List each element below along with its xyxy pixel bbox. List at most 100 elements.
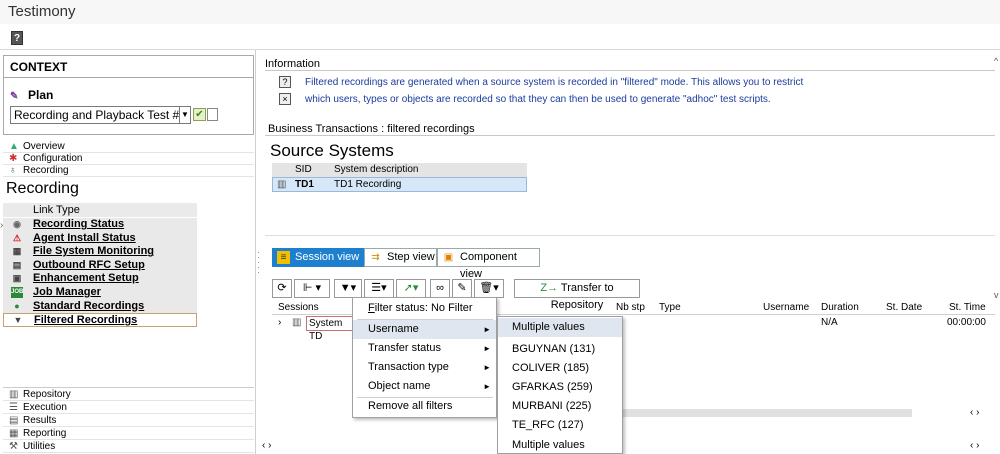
transfer-to-repository-button[interactable]: Z→ Transfer to Repository [514, 279, 640, 311]
results-icon: ▤ [9, 415, 19, 426]
tab-session-view[interactable]: ≡ Session view [272, 248, 364, 267]
column-header: Duration [821, 302, 859, 313]
tab-step-view[interactable]: ⇉ Step view [364, 248, 437, 267]
business-transactions-header: Business Transactions : filtered recordi… [268, 123, 475, 135]
main-toolbar: ? [0, 24, 1000, 50]
filter-status-item: Filter status: No Filter [368, 302, 473, 314]
left-panel: CONTEXT ✎ Plan Recording and Playback Tes… [0, 50, 256, 454]
menu-item-user[interactable]: MURBANI (225) [498, 397, 622, 416]
edit-icon[interactable]: ✎ [452, 279, 472, 298]
column-header: SID [295, 164, 312, 175]
help-icon[interactable]: ? [279, 76, 291, 88]
scroll-right-icon[interactable]: ‹ › [970, 440, 979, 451]
configuration-icon: ✱ [9, 153, 18, 164]
step-icon: ⇉ [371, 252, 380, 263]
export-button[interactable]: ➚▾ [396, 279, 426, 298]
confirm-button[interactable]: ✔ [193, 108, 206, 121]
column-header: Sessions [278, 302, 319, 313]
link-recording-status[interactable]: ◉ Recording Status [3, 218, 197, 232]
component-icon: ▣ [443, 252, 454, 263]
nav-item-recording[interactable]: ♁ Recording [3, 165, 254, 177]
scroll-left-icon[interactable]: ‹ › [262, 440, 271, 451]
menu-item-multiple-values[interactable]: Multiple values [498, 436, 622, 454]
link-job-manager[interactable]: JOB Job Manager [3, 285, 197, 300]
refresh-button[interactable]: ⟳ [272, 279, 292, 298]
menu-item-multiple-values[interactable]: Multiple values [498, 318, 622, 337]
overview-icon: ▲ [9, 141, 19, 152]
filter-button[interactable]: ▼▾ [334, 279, 362, 298]
tree-button[interactable]: ⊩ ▾ [294, 279, 330, 298]
nav-item-reporting[interactable]: ▦ Reporting [3, 427, 254, 440]
nav-item-repository[interactable]: ▥ Repository [3, 388, 254, 401]
menu-item-remove-all-filters[interactable]: Remove all filters [353, 397, 496, 416]
chevron-down-icon[interactable]: ▼ [180, 106, 191, 124]
menu-item-username[interactable]: Username ► [353, 320, 496, 339]
table-row[interactable]: ▥ TD1 TD1 Recording [272, 177, 527, 192]
menu-item-user[interactable]: COLIVER (185) [498, 359, 622, 378]
help-icon[interactable]: ? [11, 31, 23, 45]
column-header: Username [763, 302, 810, 313]
transfer-icon: Z→ [540, 282, 561, 294]
sid-cell: TD1 [295, 179, 314, 190]
row-icon: ▥ [292, 317, 302, 328]
column-header: Type [659, 302, 681, 313]
plan-select[interactable]: Recording and Playback Test #3 [10, 106, 180, 124]
recording-section-title: Recording [6, 180, 79, 197]
close-icon[interactable]: × [279, 93, 291, 105]
warning-icon: ⚠ [12, 232, 22, 243]
session-name[interactable]: System TD [306, 316, 354, 342]
row-icon: ▥ [277, 179, 287, 190]
nav-item-results[interactable]: ▤ Results [3, 414, 254, 427]
divider [265, 70, 995, 71]
reporting-icon: ▦ [9, 428, 19, 439]
nav-item-utilities[interactable]: ⚒ Utilities [3, 440, 254, 453]
source-systems-title: Source Systems [270, 141, 394, 160]
glasses-icon[interactable]: ∞ [430, 279, 450, 298]
utilities-icon: ⚒ [9, 441, 18, 452]
delete-button[interactable]: 🗑▾ [474, 279, 504, 298]
link-file-system-monitoring[interactable]: ▦ File System Monitoring [3, 245, 197, 259]
link-outbound-rfc-setup[interactable]: ▤ Outbound RFC Setup [3, 258, 197, 273]
username-submenu: Multiple values BGUYNAN (131) COLIVER (1… [497, 316, 623, 454]
info-line-2: which users, types or objects are record… [305, 94, 771, 105]
nav-bottom: ▥ Repository ☰ Execution ▤ Results ▦ Reporti… [3, 387, 254, 453]
menu-item-transfer-status[interactable]: Transfer status ► [353, 339, 496, 358]
menu-item-transaction-type[interactable]: Transaction type ► [353, 358, 496, 377]
bottom-scrollbar[interactable]: ‹ › ‹ › [262, 440, 1000, 454]
rfc-icon: ▤ [12, 259, 22, 270]
document-icon[interactable] [207, 108, 218, 121]
source-systems-area [265, 196, 995, 236]
divider [265, 135, 995, 136]
scroll-arrows[interactable]: ‹ › [970, 407, 979, 418]
source-systems-table: SID System description ▥ TD1 TD1 Recordi… [272, 163, 527, 192]
information-header: Information [265, 58, 321, 70]
nav-item-configuration[interactable]: ✱ Configuration [3, 153, 254, 165]
link-filtered-recordings[interactable]: ▼ Filtered Recordings [3, 313, 197, 327]
sort-button[interactable]: ☰▾ [364, 279, 394, 298]
link-standard-recordings[interactable]: ● Standard Recordings [3, 299, 197, 314]
link-agent-install-status[interactable]: ⚠ Agent Install Status [3, 231, 197, 246]
menu-item-object-name[interactable]: Object name ► [353, 377, 496, 396]
chevron-right-icon: ► [483, 344, 491, 353]
menu-item-user[interactable]: TE_RFC (127) [498, 416, 622, 435]
menu-item-user[interactable]: GFARKAS (259) [498, 378, 622, 397]
recording-links: ◉ Recording Status ⚠ Agent Install Status … [3, 218, 197, 327]
enhancement-icon: ▣ [12, 273, 22, 284]
filter-icon: ▼ [13, 315, 23, 326]
column-header: St. Date [886, 302, 923, 313]
vertical-scrollbar[interactable]: ^ v [994, 50, 1000, 454]
file-icon: ▦ [12, 246, 22, 257]
description-cell: TD1 Recording [334, 179, 402, 190]
context-box: CONTEXT ✎ Plan Recording and Playback Tes… [3, 55, 254, 135]
nav-item-execution[interactable]: ☰ Execution [3, 401, 254, 414]
plan-icon: ✎ [10, 91, 19, 102]
panel-splitter[interactable]: · · · · · [257, 50, 262, 454]
menu-item-user[interactable]: BGUYNAN (131) [498, 340, 622, 359]
expand-icon[interactable]: › [278, 317, 281, 328]
nav-item-overview[interactable]: ▲ Overview [3, 141, 254, 153]
link-enhancement-setup[interactable]: ▣ Enhancement Setup [3, 272, 197, 286]
status-icon: ◉ [13, 219, 21, 229]
tab-component-view[interactable]: ▣ Component view [437, 248, 540, 280]
column-header: System description [334, 164, 419, 175]
session-icon: ≡ [277, 251, 290, 264]
